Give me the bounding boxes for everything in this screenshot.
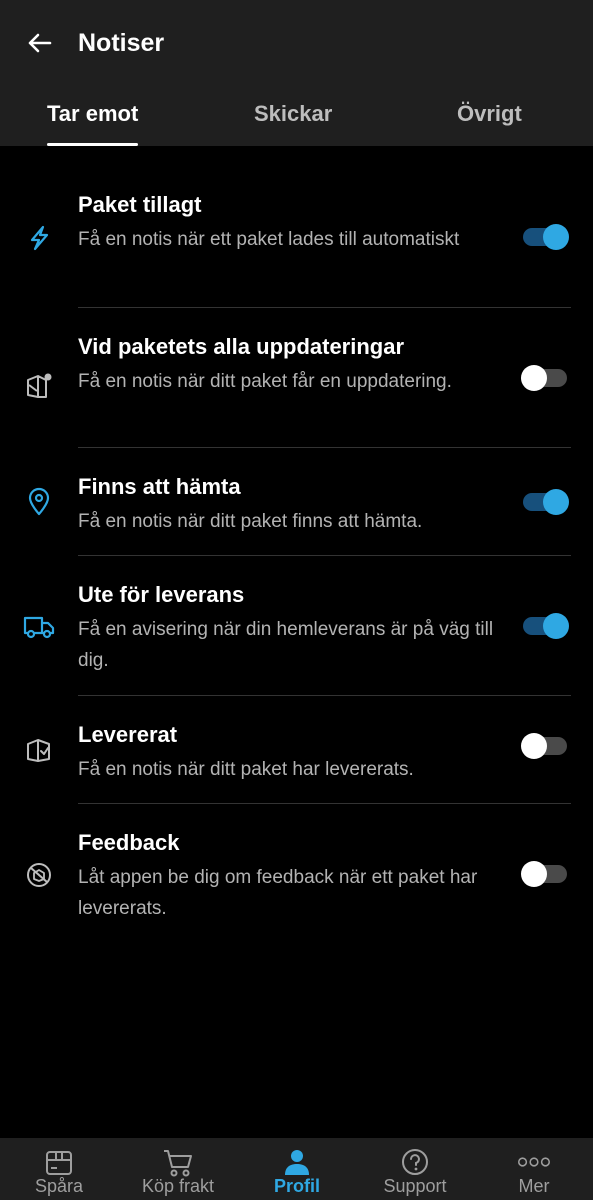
tab-skickar[interactable]: Skickar xyxy=(254,92,332,146)
setting-description: Få en notis när ditt paket har levererat… xyxy=(78,759,414,780)
setting-description: Få en avisering när din hemleverans är p… xyxy=(78,619,494,671)
toggle-switch[interactable] xyxy=(521,732,569,760)
person-icon xyxy=(281,1146,313,1178)
tab-label: Skickar xyxy=(254,101,333,126)
tab-bar: Tar emot Skickar Övrigt xyxy=(0,92,593,146)
nav-label: Mer xyxy=(518,1176,550,1196)
tab-tar-emot[interactable]: Tar emot xyxy=(47,92,139,146)
setting-row-levererat: Levererat Få en notis när ditt paket har… xyxy=(0,696,593,804)
location-pin-icon xyxy=(23,486,55,518)
back-button[interactable] xyxy=(22,26,56,60)
setting-row-finns-att-hamta: Finns att hämta Få en notis när ditt pak… xyxy=(0,448,593,556)
app-header: Notiser Tar emot Skickar Övrigt xyxy=(0,0,593,146)
setting-title: Finns att hämta xyxy=(78,474,241,499)
toggle-switch[interactable] xyxy=(521,364,569,392)
tab-ovrigt[interactable]: Övrigt xyxy=(457,92,522,146)
setting-title: Feedback xyxy=(78,830,180,855)
page-title: Notiser xyxy=(78,29,165,57)
nav-label: Spåra xyxy=(34,1176,84,1196)
setting-row-feedback: Feedback Låt appen be dig om feedback nä… xyxy=(0,804,593,944)
toggle-switch[interactable] xyxy=(521,860,569,888)
help-circle-icon xyxy=(399,1146,431,1178)
toggle-switch[interactable] xyxy=(521,612,569,640)
bottom-navigation: Spåra Köp frakt Profil Support Mer xyxy=(0,1138,593,1200)
toggle-switch[interactable] xyxy=(521,488,569,516)
nav-kop-frakt[interactable]: Köp frakt xyxy=(119,1138,237,1200)
lightning-icon xyxy=(23,222,55,254)
setting-row-paket-tillagt: Paket tillagt Få en notis när ett paket … xyxy=(0,146,593,308)
tab-label: Tar emot xyxy=(47,101,139,126)
setting-description: Få en notis när ett paket lades till aut… xyxy=(78,229,460,250)
shopping-cart-icon xyxy=(162,1146,194,1178)
setting-description: Låt appen be dig om feedback när ett pak… xyxy=(78,867,478,919)
setting-title: Paket tillagt xyxy=(78,192,202,217)
nav-mer[interactable]: Mer xyxy=(475,1138,593,1200)
delivery-truck-icon xyxy=(23,611,55,643)
package-box-icon xyxy=(43,1146,75,1178)
tab-label: Övrigt xyxy=(457,101,522,126)
more-dots-icon xyxy=(518,1146,550,1178)
package-update-icon xyxy=(23,370,55,402)
nav-support[interactable]: Support xyxy=(356,1138,474,1200)
notification-settings-list: Paket tillagt Få en notis när ett paket … xyxy=(0,146,593,944)
feedback-icon xyxy=(23,859,55,891)
setting-title: Vid paketets alla uppdateringar xyxy=(78,334,405,359)
setting-title: Ute för leverans xyxy=(78,582,245,607)
nav-profil[interactable]: Profil xyxy=(238,1138,356,1200)
package-delivered-icon xyxy=(23,734,55,766)
setting-description: Få en notis när ditt paket får en uppdat… xyxy=(78,371,452,392)
arrow-left-icon xyxy=(28,33,52,53)
setting-description: Få en notis när ditt paket finns att häm… xyxy=(78,511,423,532)
setting-row-alla-uppdateringar: Vid paketets alla uppdateringar Få en no… xyxy=(0,308,593,448)
toggle-switch[interactable] xyxy=(521,223,569,251)
nav-label: Profil xyxy=(273,1176,320,1196)
setting-row-ute-for-leverans: Ute för leverans Få en avisering när din… xyxy=(0,556,593,696)
setting-title: Levererat xyxy=(78,722,178,747)
nav-label: Support xyxy=(383,1176,447,1196)
nav-spara[interactable]: Spåra xyxy=(0,1138,118,1200)
nav-label: Köp frakt xyxy=(141,1176,215,1196)
